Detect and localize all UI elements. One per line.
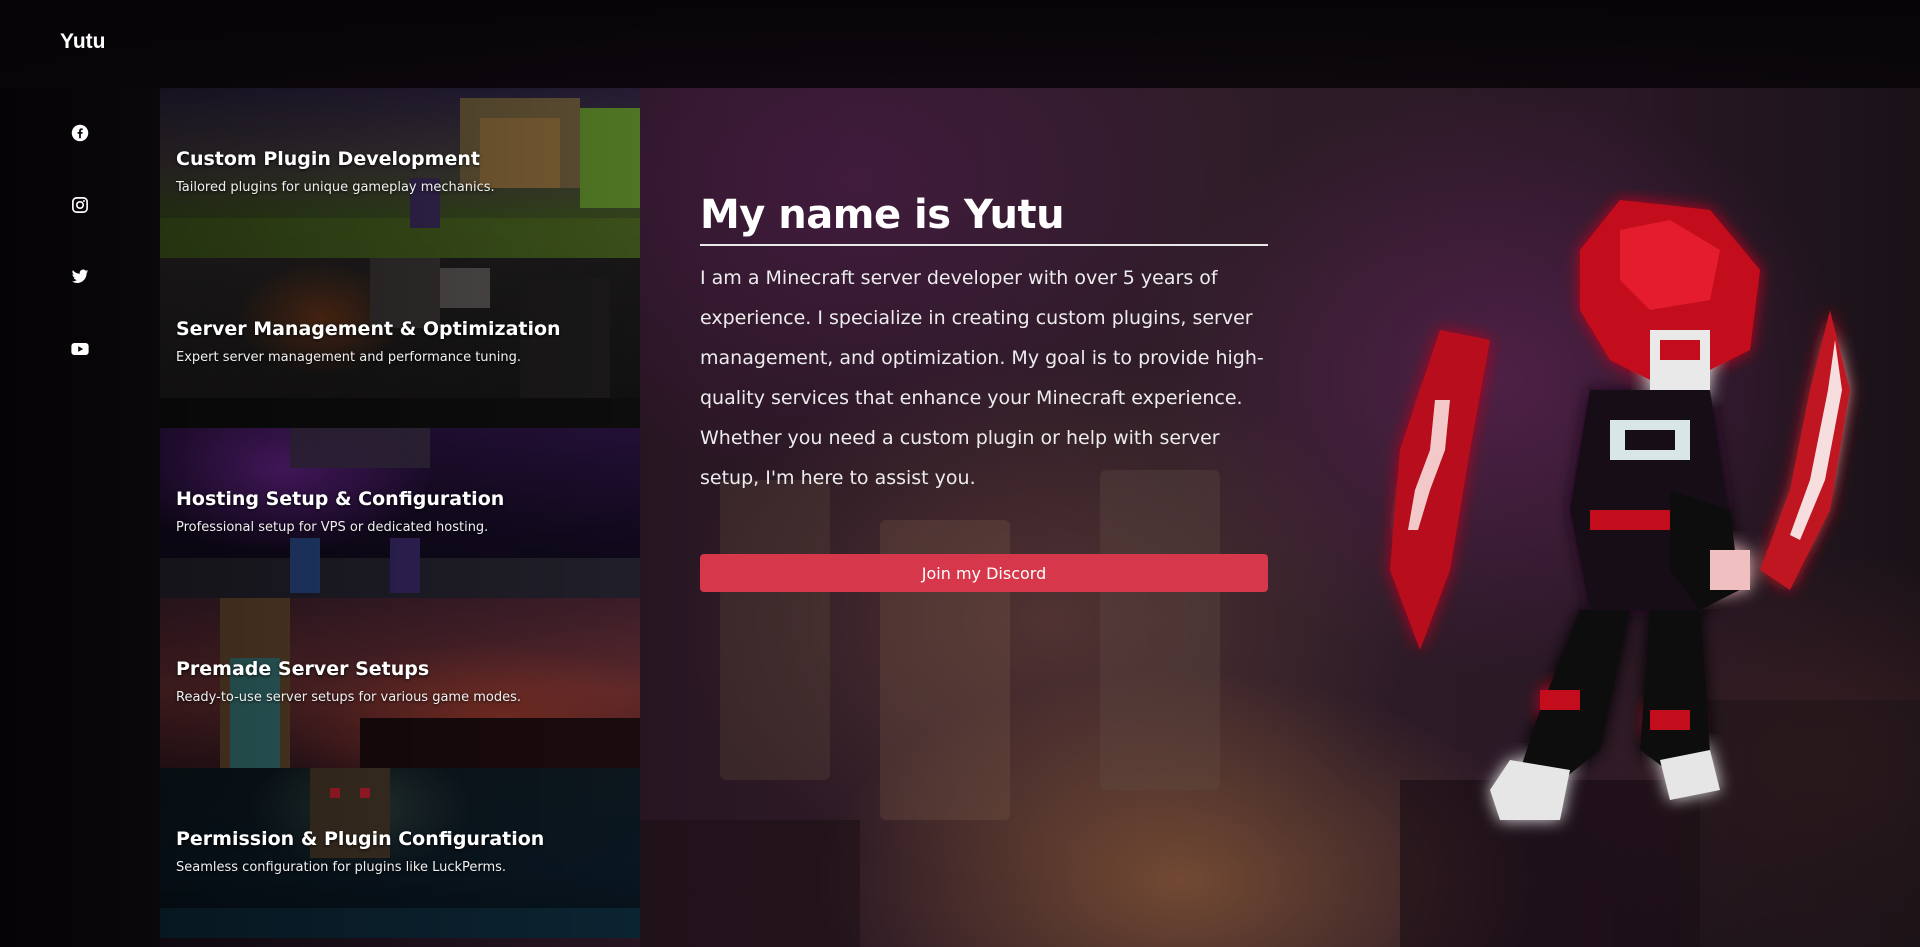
service-desc: Expert server management and performance… [176, 350, 522, 365]
service-desc: Professional setup for VPS or dedicated … [176, 520, 489, 535]
service-title: Premade Server Setups [176, 658, 430, 680]
service-card-permission-config[interactable]: Permission & Plugin Configuration Seamle… [160, 768, 640, 938]
service-desc: Ready-to-use server setups for various g… [176, 690, 522, 705]
join-discord-button[interactable]: Join my Discord [700, 554, 1268, 592]
service-title: Server Management & Optimization [176, 318, 561, 340]
service-title: Hosting Setup & Configuration [176, 488, 505, 510]
services-list: Custom Plugin Development Tailored plugi… [160, 88, 640, 938]
service-title: Custom Plugin Development [176, 148, 480, 170]
service-card-premade-setups[interactable]: Premade Server Setups Ready-to-use serve… [160, 598, 640, 768]
service-title: Permission & Plugin Configuration [176, 828, 545, 850]
instagram-icon[interactable] [69, 194, 91, 216]
twitter-icon[interactable] [69, 266, 91, 288]
brand-logo[interactable]: Yutu [60, 30, 106, 54]
top-bar: Yutu [0, 0, 1920, 88]
service-card-server-management[interactable]: Server Management & Optimization Expert … [160, 258, 640, 428]
service-desc: Seamless configuration for plugins like … [176, 860, 507, 875]
service-card-custom-plugin[interactable]: Custom Plugin Development Tailored plugi… [160, 88, 640, 258]
intro-section: My name is Yutu I am a Minecraft server … [700, 192, 1268, 498]
intro-body: I am a Minecraft server developer with o… [700, 267, 1264, 489]
youtube-icon[interactable] [69, 338, 91, 360]
service-desc: Tailored plugins for unique gameplay mec… [176, 180, 495, 195]
intro-heading: My name is Yutu [700, 192, 1268, 246]
social-rail [0, 88, 160, 947]
character-illustration [1290, 190, 1890, 840]
service-card-hosting-setup[interactable]: Hosting Setup & Configuration Profession… [160, 428, 640, 598]
facebook-icon[interactable] [69, 122, 91, 144]
